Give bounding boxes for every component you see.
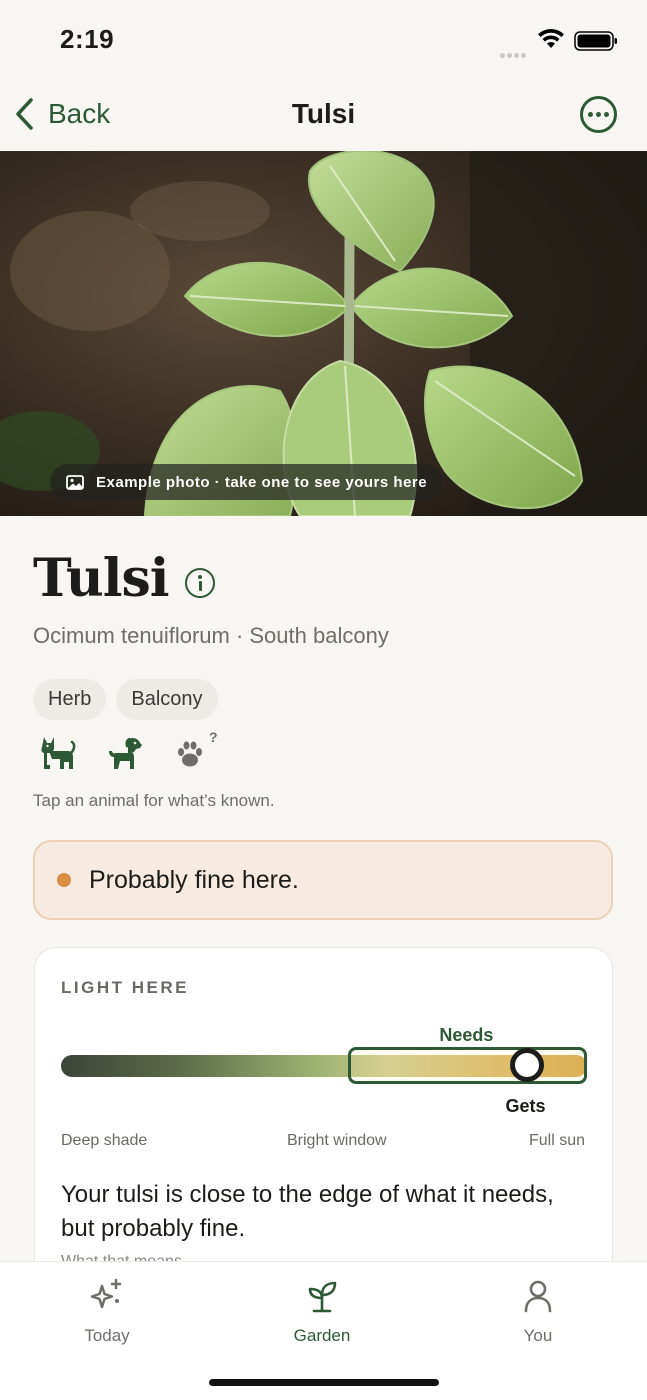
scale-label-mid: Bright window [287, 1132, 387, 1149]
scale-label-low: Deep shade [61, 1132, 148, 1149]
dog-icon[interactable] [106, 735, 144, 771]
gets-label: Gets [505, 1096, 546, 1116]
paw-question-icon[interactable]: ? [176, 731, 220, 771]
battery-icon [574, 31, 617, 51]
verdict-text: Probably fine here. [89, 865, 299, 894]
tab-label: Garden [293, 1326, 351, 1345]
image-icon [66, 474, 84, 490]
status-bar: 2:19 [0, 0, 647, 80]
more-options-button[interactable] [580, 96, 617, 133]
example-photo-text: Example photo · take one to see yours he… [96, 473, 428, 491]
nav-bar: Back Tulsi [0, 80, 647, 150]
verdict-banner[interactable]: Probably fine here. [33, 840, 613, 920]
sparkles-icon [90, 1278, 122, 1309]
signal-dots-icon [500, 45, 528, 63]
tab-label: You [523, 1326, 553, 1345]
page-title: Tulsi [291, 98, 356, 129]
tab-today[interactable]: Today [47, 1276, 167, 1346]
plant-name: Tulsi [33, 548, 170, 609]
needs-label: Needs [439, 1025, 494, 1045]
plant-subtitle: Ocimum tenuiflorum · South balcony [33, 623, 389, 648]
sprout-icon [308, 1281, 337, 1313]
tag-chip[interactable]: Balcony [116, 679, 218, 720]
tab-label: Today [84, 1326, 130, 1345]
info-icon[interactable] [185, 568, 215, 598]
wifi-icon [538, 28, 564, 48]
light-description: Your tulsi is close to the edge of what … [61, 1181, 554, 1242]
needs-range-marker [347, 1047, 587, 1084]
example-photo-note: Example photo · take one to see yours he… [50, 464, 444, 500]
person-icon [524, 1280, 552, 1313]
ellipsis-icon [588, 112, 593, 117]
cat-icon[interactable] [40, 735, 76, 771]
gets-level-thumb[interactable] [509, 1048, 544, 1082]
tag-chip[interactable]: Herb [33, 679, 107, 720]
pet-safety-row: ? [40, 731, 240, 775]
status-time: 2:19 [60, 24, 115, 54]
pet-hint: Tap an animal for what’s known. [33, 791, 275, 810]
plant-photo[interactable]: Example photo · take one to see yours he… [0, 151, 647, 516]
info-line [198, 581, 202, 591]
light-card: LIGHT HERE Needs Gets Deep shade Bright … [34, 947, 613, 1307]
ellipsis-dot [596, 112, 601, 117]
tulsi-photo-illustration [0, 151, 647, 516]
status-dot-icon [57, 873, 71, 887]
ellipsis-dot [604, 112, 609, 117]
svg-text:?: ? [209, 731, 218, 745]
info-dot [198, 575, 202, 579]
home-indicator [209, 1379, 439, 1386]
tab-you[interactable]: You [478, 1276, 598, 1346]
scale-label-high: Full sun [529, 1132, 586, 1149]
tag-list: Herb Balcony [33, 679, 218, 720]
light-card-title: LIGHT HERE [61, 978, 189, 997]
tab-garden[interactable]: Garden [262, 1276, 382, 1346]
